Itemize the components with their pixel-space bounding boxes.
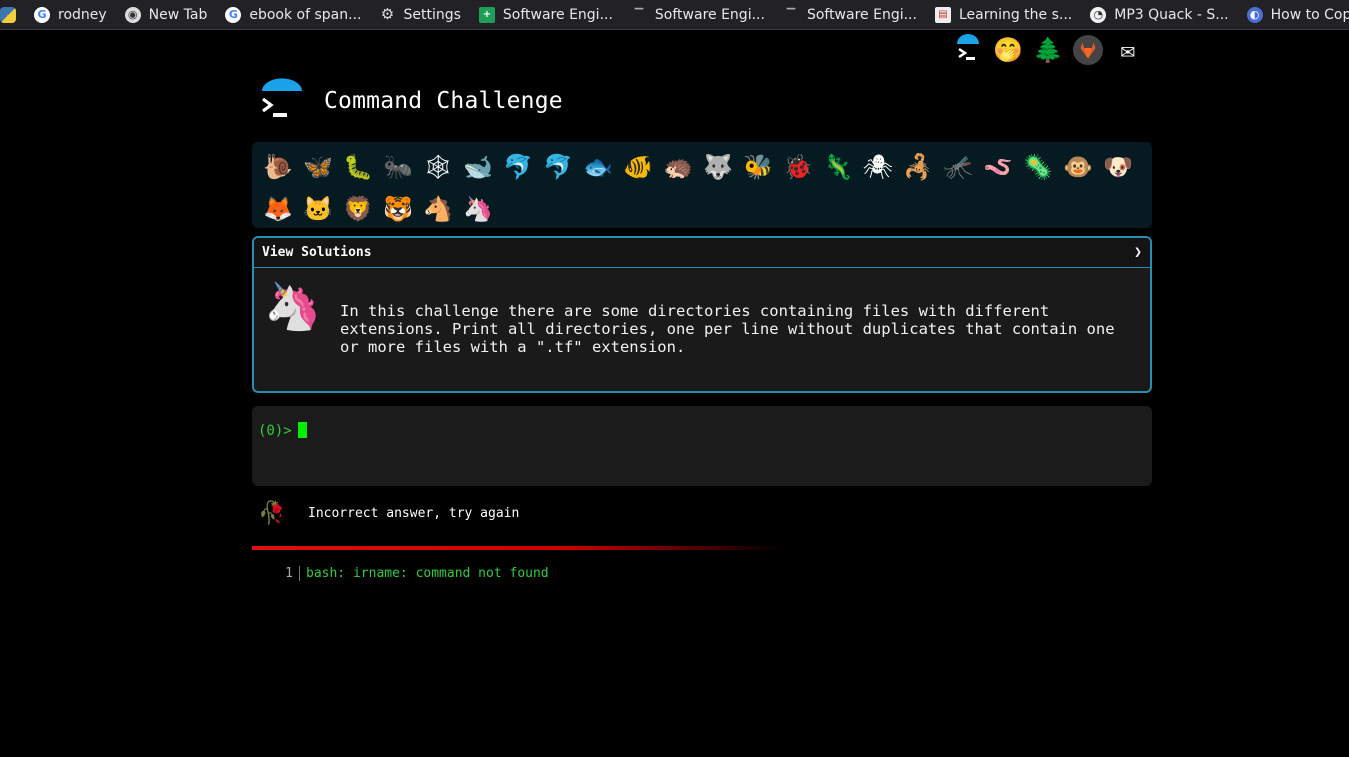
level-icon[interactable]: 🐴: [418, 188, 458, 230]
tree-icon[interactable]: 🌲: [1033, 33, 1063, 67]
level-icon[interactable]: 🕷: [858, 146, 898, 188]
bookmark-item[interactable]: + Software Engi...: [470, 6, 622, 23]
level-selector: 🐌 🦋 🐛 🐜 🕸 🐋 🐬 🐬 🐟 🐠 🦔 🐺 🐝 🐞 🦎 🕷 🦂 🦟 🪱 🦠 🐵 🐶 🦊 🐱 🦁 🐯 🐴 🦄: [252, 142, 1152, 228]
level-icon[interactable]: 🦟: [938, 146, 978, 188]
bookmark-item[interactable]: Grodney: [25, 6, 116, 23]
bookmark-item[interactable]: ▔ Software Engi...: [622, 7, 774, 23]
level-icon[interactable]: 🦊: [258, 188, 298, 230]
top-icon-bar: 🤭 🌲 ✉: [953, 33, 1143, 67]
chevron-right-icon: ❯: [1134, 245, 1142, 260]
result-message: 🥀 Incorrect answer, try again: [258, 501, 519, 526]
logo-icon[interactable]: [258, 78, 304, 124]
level-icon[interactable]: 🕸: [418, 146, 458, 188]
result-text: Incorrect answer, try again: [308, 506, 520, 521]
bookmark-label: Settings: [403, 6, 461, 23]
level-icon[interactable]: 🐝: [738, 146, 778, 188]
header: Command Challenge: [258, 78, 563, 124]
bookmark-item[interactable]: ▤ Learning the s...: [926, 6, 1081, 23]
bookmark-label: Software Engi...: [502, 6, 613, 23]
level-icon[interactable]: 🐱: [298, 188, 338, 230]
output-line-number: 1: [282, 566, 300, 581]
globe-icon: ◉: [124, 6, 141, 23]
challenge-description-row: 🦄 In this challenge there are some direc…: [254, 268, 1150, 366]
level-icon[interactable]: 🐞: [778, 146, 818, 188]
level-icon[interactable]: 🐛: [338, 146, 378, 188]
level-icon[interactable]: 🐠: [618, 146, 658, 188]
bookmark-item[interactable]: ◉ New Tab: [116, 6, 217, 23]
bookmark-label: Software Engi...: [806, 6, 917, 23]
level-icon[interactable]: 🦎: [818, 146, 858, 188]
wilted-rose-icon: 🥀: [258, 501, 286, 526]
blue-icon: ◐: [1246, 6, 1263, 23]
python-icon: [0, 6, 16, 23]
bookmark-item[interactable]: [0, 6, 25, 23]
level-icon[interactable]: 🪱: [978, 146, 1018, 188]
level-icon[interactable]: 🦄: [458, 188, 498, 230]
unicorn-icon: 🦄: [264, 279, 322, 333]
terminal-cursor: [297, 422, 307, 438]
bookmark-label: How to Copy F...: [1270, 6, 1349, 23]
level-icon[interactable]: 🐺: [698, 146, 738, 188]
level-icon[interactable]: 🦂: [898, 146, 938, 188]
google-icon: G: [34, 6, 50, 23]
bookmark-item[interactable]: ◔ MP3 Quack - S...: [1081, 6, 1237, 23]
challenge-panel: View Solutions ❯ 🦄 In this challenge the…: [252, 236, 1152, 393]
bookmark-label: MP3 Quack - S...: [1114, 6, 1229, 23]
level-icon[interactable]: 🐯: [378, 188, 418, 230]
level-icon[interactable]: 🦁: [338, 188, 378, 230]
view-solutions-toggle[interactable]: View Solutions ❯: [254, 238, 1150, 268]
page-title: Command Challenge: [324, 88, 563, 114]
level-icon[interactable]: 🐋: [458, 146, 498, 188]
level-icon[interactable]: 🐶: [1098, 146, 1138, 188]
bookmarks-bar: Grodney ◉ New Tab Gebook of span... ⚙ Setting…: [0, 0, 1349, 30]
bookmark-label: rodney: [58, 6, 107, 23]
bookmark-label: Learning the s...: [958, 6, 1073, 23]
bookmark-label: ebook of span...: [249, 6, 362, 23]
challenge-description: In this challenge there are some directo…: [340, 302, 1115, 356]
level-icon[interactable]: 🦔: [658, 146, 698, 188]
gitlab-icon[interactable]: [1073, 33, 1103, 67]
bookmark-label: Software Engi...: [654, 6, 765, 23]
gear-icon: ⚙: [380, 5, 395, 23]
mail-icon[interactable]: ✉: [1113, 33, 1143, 67]
level-icon[interactable]: 🐟: [578, 146, 618, 188]
level-icon[interactable]: 🐜: [378, 146, 418, 188]
dash-icon: ▔: [786, 8, 796, 21]
bookmark-item[interactable]: Gebook of span...: [216, 6, 370, 23]
bookmark-item[interactable]: ▔ Software Engi...: [774, 7, 926, 23]
sheets-icon: +: [478, 6, 495, 23]
bookmark-item[interactable]: ⚙ Settings: [370, 7, 469, 23]
terminal-umbrella-icon[interactable]: [953, 33, 983, 67]
view-solutions-label: View Solutions: [262, 245, 372, 260]
level-icon[interactable]: 🐌: [258, 146, 298, 188]
level-icon[interactable]: 🦋: [298, 146, 338, 188]
level-icon[interactable]: 🐵: [1058, 146, 1098, 188]
level-icon[interactable]: 🐬: [498, 146, 538, 188]
command-output: 1 bash: irname: command not found: [282, 566, 549, 581]
bookmark-item[interactable]: ◐ How to Copy F...: [1238, 6, 1349, 23]
dash-icon: ▔: [634, 8, 644, 21]
output-line-text: bash: irname: command not found: [306, 566, 549, 581]
duck-icon: ◔: [1090, 6, 1107, 23]
terminal-input[interactable]: (0)>: [252, 406, 1152, 486]
google-icon: G: [225, 6, 242, 23]
error-bar: [252, 546, 782, 550]
face-icon[interactable]: 🤭: [993, 33, 1023, 67]
level-icon[interactable]: 🐬: [538, 146, 578, 188]
doc-icon: ▤: [934, 6, 951, 23]
level-icon[interactable]: 🦠: [1018, 146, 1058, 188]
terminal-prompt: (0)>: [258, 423, 292, 439]
bookmark-label: New Tab: [148, 6, 208, 23]
